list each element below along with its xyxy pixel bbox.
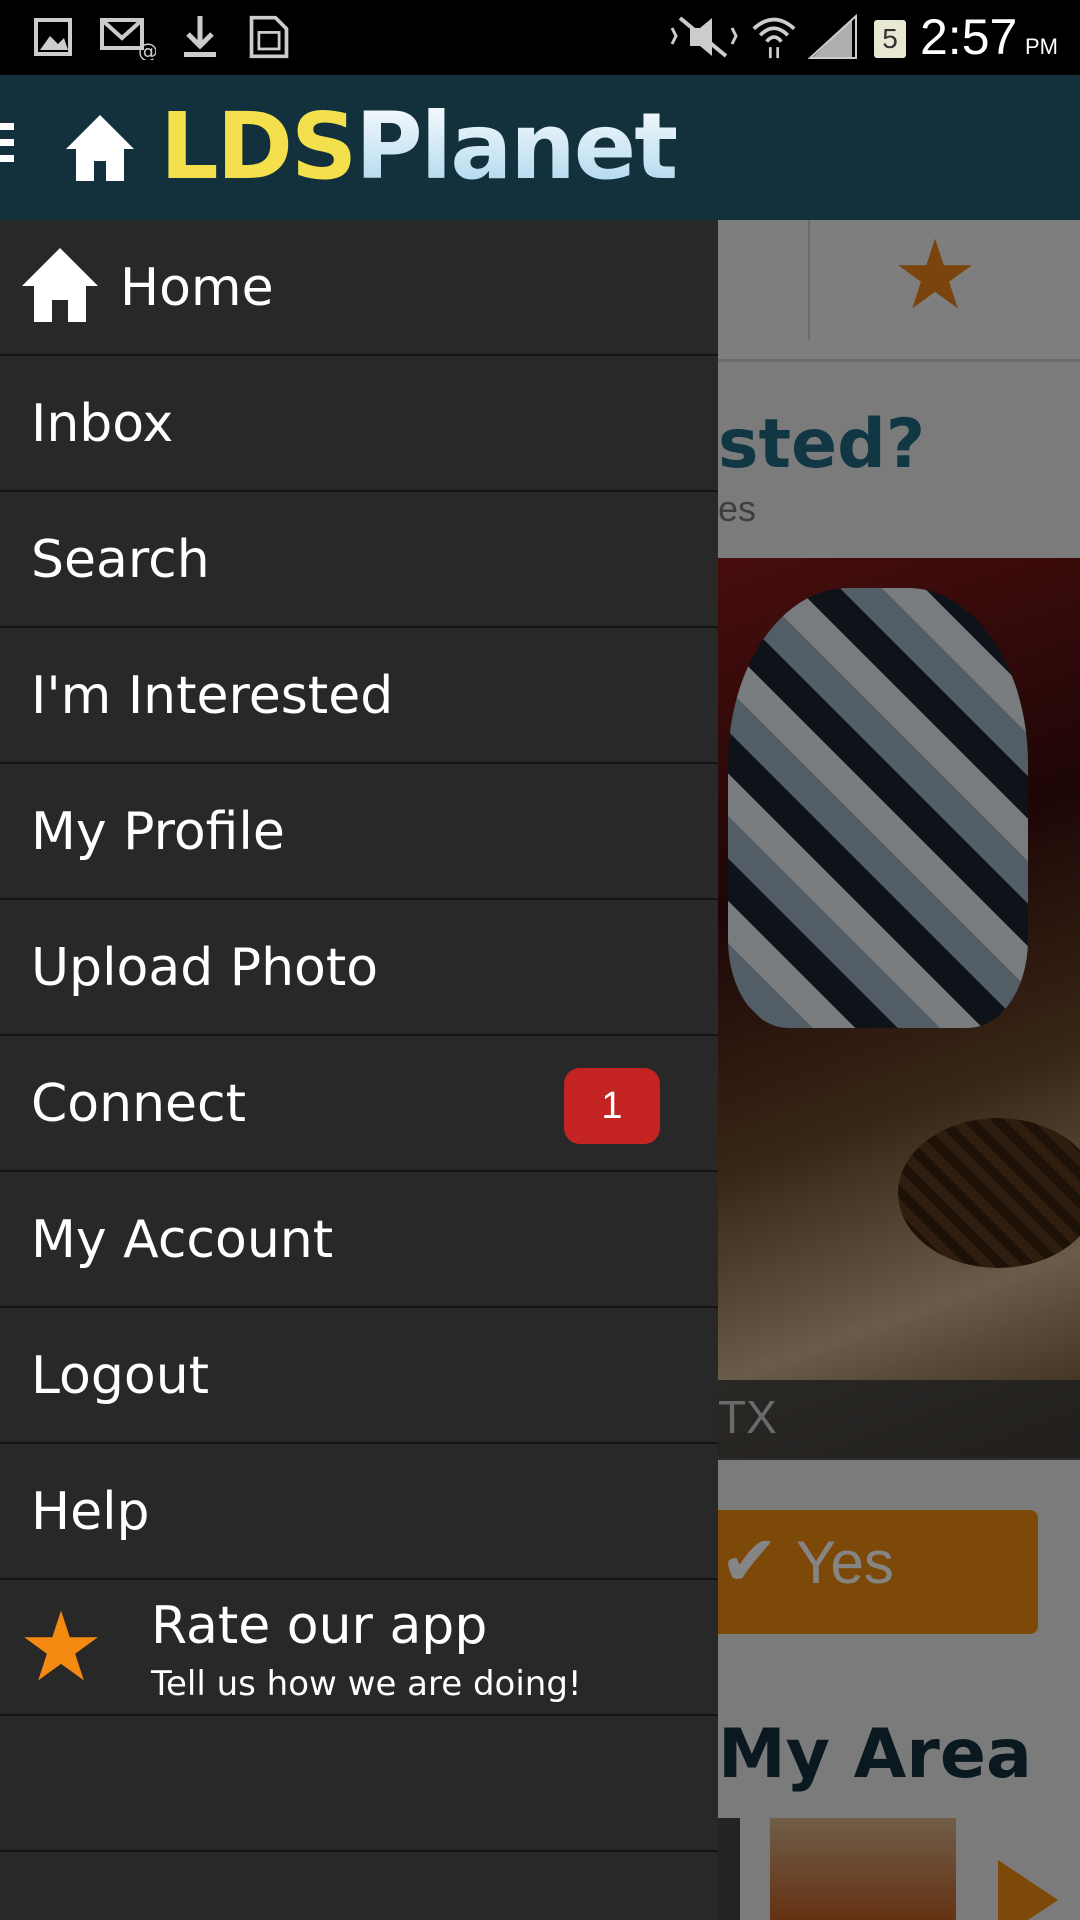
app-header: LDSPlanet [0, 75, 1080, 220]
drawer-scrim[interactable] [718, 220, 1080, 1920]
drawer-empty-row [0, 1716, 718, 1852]
download-icon [184, 16, 216, 57]
battery-icon: 5 [874, 20, 906, 58]
app-logo: LDSPlanet [160, 93, 678, 200]
svg-text:@: @ [138, 39, 156, 60]
drawer-item-home[interactable]: Home [0, 220, 718, 356]
status-bar: @ 5 2:57 PM [0, 0, 1080, 75]
drawer-item-interested[interactable]: I'm Interested [0, 628, 718, 764]
drawer-item-connect[interactable]: Connect 1 [0, 1036, 718, 1172]
gallery-icon [34, 18, 72, 56]
drawer-item-label: Help [31, 1482, 150, 1542]
drawer-item-label: Inbox [31, 394, 174, 454]
home-icon[interactable] [62, 111, 138, 185]
home-icon [22, 248, 98, 322]
drawer-item-my-profile[interactable]: My Profile [0, 764, 718, 900]
drawer-item-label: Home [120, 258, 274, 318]
drawer-item-help[interactable]: Help [0, 1444, 718, 1580]
signal-icon [808, 14, 857, 59]
drawer-item-label: Logout [31, 1346, 210, 1406]
drawer-item-label: My Account [31, 1210, 334, 1270]
drawer-item-label: Connect [31, 1074, 247, 1134]
navigation-drawer: Home Inbox Search I'm Interested My Prof… [0, 220, 718, 1920]
drawer-item-inbox[interactable]: Inbox [0, 356, 718, 492]
notification-badge: 1 [564, 1068, 660, 1144]
star-icon: ★ [18, 1594, 105, 1701]
drawer-item-label: Search [31, 530, 210, 590]
drawer-item-my-account[interactable]: My Account [0, 1172, 718, 1308]
wifi-icon [752, 17, 796, 59]
drawer-item-logout[interactable]: Logout [0, 1308, 718, 1444]
email-icon: @ [100, 18, 156, 60]
rate-app-title: Rate our app [151, 1596, 488, 1656]
drawer-item-label: I'm Interested [31, 666, 394, 726]
sim-icon [249, 15, 289, 59]
rate-app-subtitle: Tell us how we are doing! [151, 1664, 582, 1704]
drawer-item-label: Upload Photo [31, 938, 379, 998]
clock-ampm: PM [1025, 34, 1058, 59]
drawer-item-label: My Profile [31, 802, 285, 862]
drawer-item-rate-app[interactable]: ★ Rate our app Tell us how we are doing! [0, 1580, 718, 1716]
drawer-item-upload-photo[interactable]: Upload Photo [0, 900, 718, 1036]
menu-icon[interactable] [0, 123, 14, 171]
mute-icon [670, 16, 738, 58]
clock: 2:57 [920, 9, 1018, 65]
drawer-item-search[interactable]: Search [0, 492, 718, 628]
